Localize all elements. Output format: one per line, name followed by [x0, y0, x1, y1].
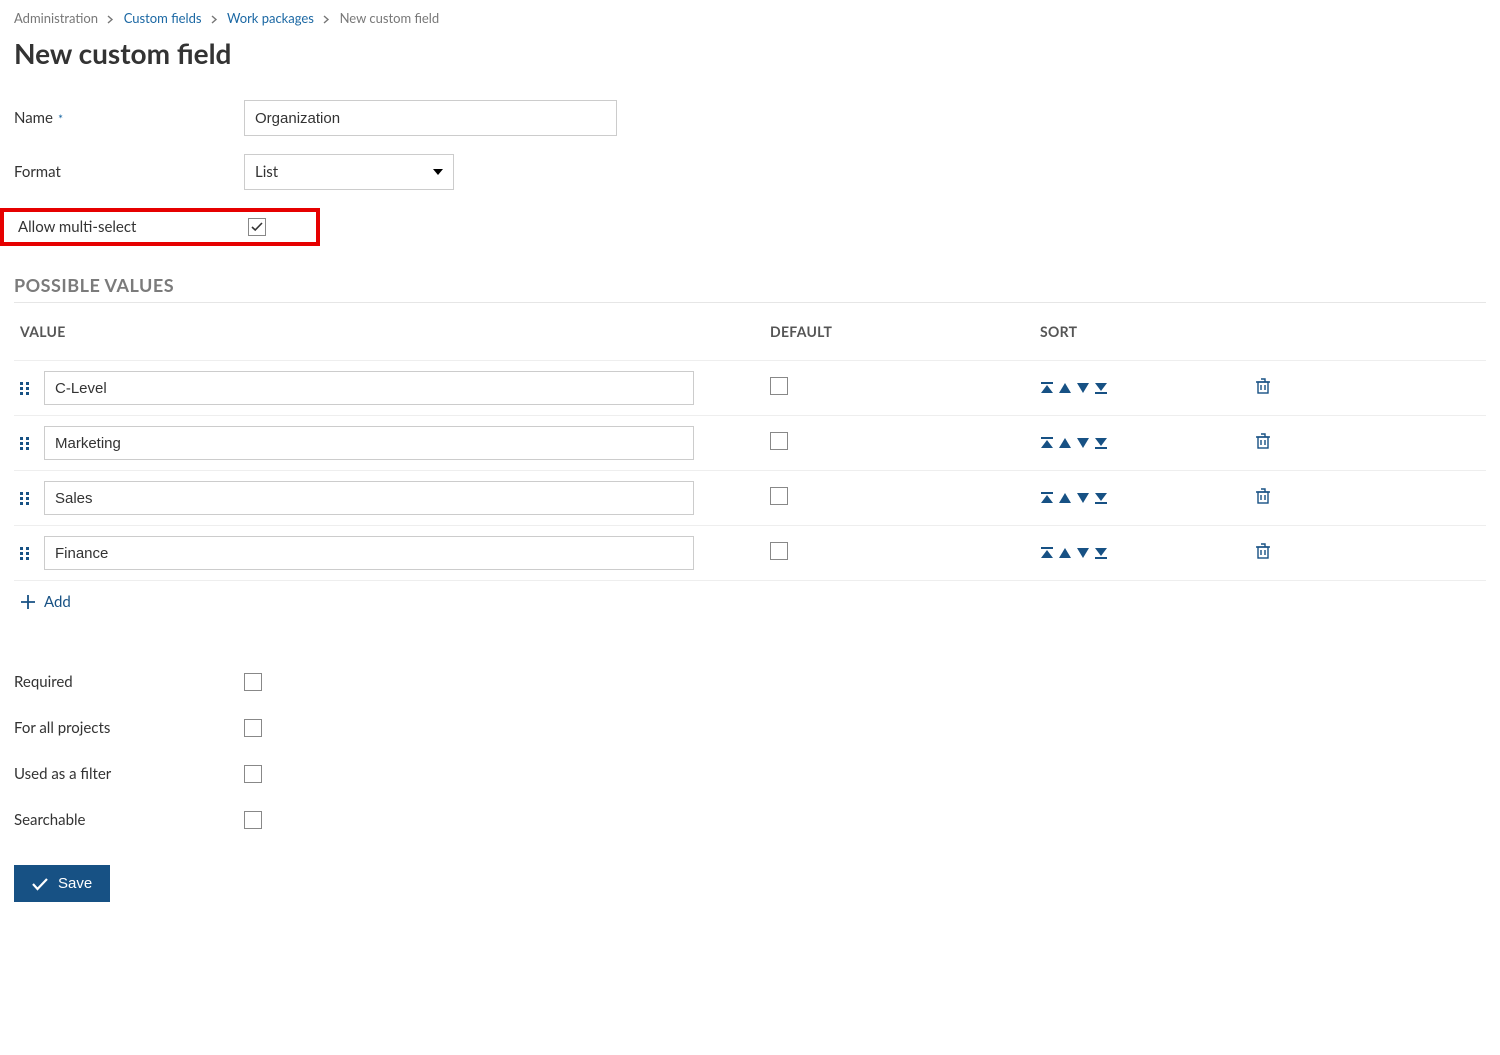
- delete-button[interactable]: [1256, 488, 1270, 504]
- table-row: [14, 415, 1486, 470]
- page-title: New custom field: [14, 36, 1486, 70]
- move-down-icon[interactable]: [1076, 492, 1090, 504]
- move-top-icon[interactable]: [1040, 382, 1054, 394]
- for-all-projects-checkbox[interactable]: [244, 719, 262, 737]
- chevron-right-icon: [107, 15, 114, 24]
- row-required: Required: [14, 673, 1486, 691]
- required-marker-icon: *: [55, 111, 63, 126]
- add-value-button[interactable]: Add: [14, 581, 1486, 623]
- drag-handle-icon[interactable]: [20, 545, 34, 561]
- move-top-icon[interactable]: [1040, 492, 1054, 504]
- move-up-icon[interactable]: [1058, 437, 1072, 449]
- label-name: Name *: [14, 109, 244, 127]
- move-up-icon[interactable]: [1058, 382, 1072, 394]
- options-block: Required For all projects Used as a filt…: [14, 673, 1486, 829]
- drag-handle-icon[interactable]: [20, 435, 34, 451]
- move-bottom-icon[interactable]: [1094, 547, 1108, 559]
- move-down-icon[interactable]: [1076, 547, 1090, 559]
- allow-multi-checkbox[interactable]: [248, 218, 266, 236]
- breadcrumb-work-packages[interactable]: Work packages: [227, 10, 314, 26]
- name-input[interactable]: [244, 100, 617, 136]
- label-name-text: Name: [14, 109, 53, 127]
- delete-button[interactable]: [1256, 433, 1270, 449]
- breadcrumb-current: New custom field: [340, 10, 440, 26]
- col-sort: SORT: [1040, 323, 1256, 340]
- searchable-checkbox[interactable]: [244, 811, 262, 829]
- move-up-icon[interactable]: [1058, 492, 1072, 504]
- move-down-icon[interactable]: [1076, 437, 1090, 449]
- chevron-right-icon: [323, 15, 330, 24]
- check-icon: [32, 877, 48, 891]
- label-allow-multi: Allow multi-select: [18, 218, 248, 236]
- row-allow-multi-select: Allow multi-select: [0, 208, 320, 246]
- value-input[interactable]: [44, 536, 694, 570]
- sort-controls: [1040, 492, 1256, 504]
- delete-button[interactable]: [1256, 543, 1270, 559]
- save-button[interactable]: Save: [14, 865, 110, 902]
- row-format: Format List: [14, 154, 1486, 190]
- chevron-right-icon: [211, 15, 218, 24]
- row-name: Name *: [14, 100, 1486, 136]
- default-checkbox[interactable]: [770, 487, 788, 505]
- breadcrumb-custom-fields[interactable]: Custom fields: [124, 10, 202, 26]
- table-row: [14, 525, 1486, 581]
- label-required: Required: [14, 673, 244, 691]
- used-as-filter-checkbox[interactable]: [244, 765, 262, 783]
- sort-controls: [1040, 437, 1256, 449]
- value-input[interactable]: [44, 426, 694, 460]
- breadcrumb-administration[interactable]: Administration: [14, 10, 98, 26]
- move-bottom-icon[interactable]: [1094, 437, 1108, 449]
- table-header-row: VALUE DEFAULT SORT: [14, 303, 1486, 360]
- move-top-icon[interactable]: [1040, 437, 1054, 449]
- sort-controls: [1040, 382, 1256, 394]
- sort-controls: [1040, 547, 1256, 559]
- chevron-down-icon: [433, 169, 443, 175]
- value-input[interactable]: [44, 371, 694, 405]
- required-checkbox[interactable]: [244, 673, 262, 691]
- col-default: DEFAULT: [770, 323, 1040, 340]
- row-used-as-filter: Used as a filter: [14, 765, 1486, 783]
- table-row: [14, 470, 1486, 525]
- label-for-all-projects: For all projects: [14, 719, 244, 737]
- move-bottom-icon[interactable]: [1094, 382, 1108, 394]
- drag-handle-icon[interactable]: [20, 380, 34, 396]
- row-for-all-projects: For all projects: [14, 719, 1486, 737]
- row-searchable: Searchable: [14, 811, 1486, 829]
- drag-handle-icon[interactable]: [20, 490, 34, 506]
- move-down-icon[interactable]: [1076, 382, 1090, 394]
- col-value: VALUE: [20, 323, 770, 340]
- possible-values-title: POSSIBLE VALUES: [14, 274, 1486, 296]
- value-input[interactable]: [44, 481, 694, 515]
- move-top-icon[interactable]: [1040, 547, 1054, 559]
- label-used-as-filter: Used as a filter: [14, 765, 244, 783]
- plus-icon: [20, 594, 36, 610]
- delete-button[interactable]: [1256, 378, 1270, 394]
- label-searchable: Searchable: [14, 811, 244, 829]
- default-checkbox[interactable]: [770, 542, 788, 560]
- default-checkbox[interactable]: [770, 377, 788, 395]
- table-row: [14, 360, 1486, 415]
- breadcrumb: Administration Custom fields Work packag…: [14, 10, 1486, 26]
- default-checkbox[interactable]: [770, 432, 788, 450]
- move-bottom-icon[interactable]: [1094, 492, 1108, 504]
- save-button-label: Save: [58, 875, 92, 892]
- add-value-label: Add: [44, 593, 71, 611]
- format-select-value: List: [255, 163, 278, 181]
- label-format: Format: [14, 163, 244, 181]
- format-select[interactable]: List: [244, 154, 454, 190]
- possible-values-table: VALUE DEFAULT SORT Add: [14, 303, 1486, 623]
- move-up-icon[interactable]: [1058, 547, 1072, 559]
